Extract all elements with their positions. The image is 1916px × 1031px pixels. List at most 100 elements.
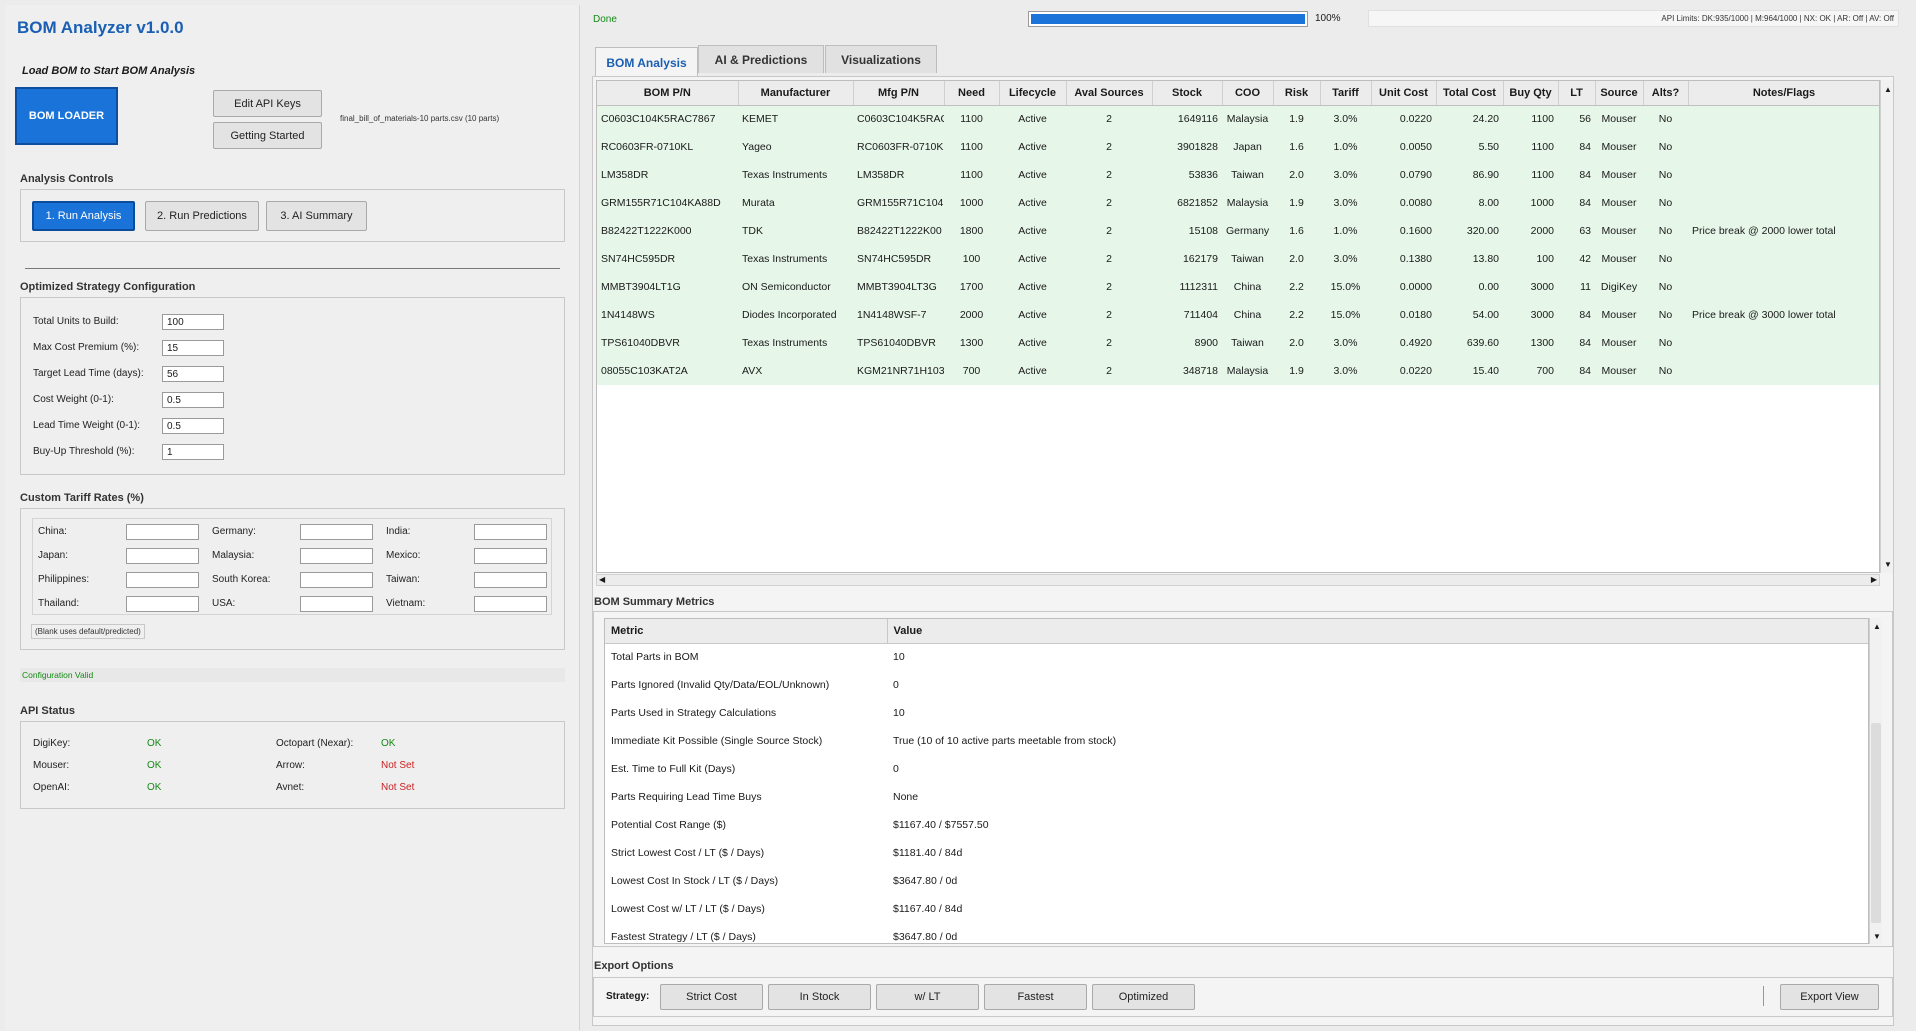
column-header[interactable]: Aval Sources: [1066, 81, 1153, 106]
table-row[interactable]: GRM155R71C104KA88D Murata GRM155R71C104K 10…: [597, 189, 1879, 217]
column-header[interactable]: Tariff: [1320, 81, 1372, 106]
config-input[interactable]: 0.5: [162, 418, 224, 434]
table-row[interactable]: MMBT3904LT1G ON Semiconductor MMBT3904LT3G…: [597, 273, 1879, 301]
table-row[interactable]: C0603C104K5RAC7867 KEMET C0603C104K5RAC 110…: [597, 105, 1879, 133]
column-header[interactable]: Notes/Flags: [1688, 81, 1879, 106]
summary-row[interactable]: Lowest Cost In Stock / LT ($ / Days) $364…: [605, 867, 1868, 895]
summary-row[interactable]: Est. Time to Full Kit (Days) 0: [605, 755, 1868, 783]
tariff-input[interactable]: [300, 572, 373, 588]
scroll-thumb[interactable]: [1871, 723, 1881, 923]
summary-metric: Immediate Kit Possible (Single Source St…: [611, 735, 823, 747]
table-row[interactable]: 08055C103KAT2A AVX KGM21NR71H103K 700 Active…: [597, 357, 1879, 385]
column-header[interactable]: Mfg P/N: [853, 81, 945, 106]
column-header[interactable]: Buy Qty: [1503, 81, 1559, 106]
bom-table-vscroll[interactable]: ▲ ▼: [1880, 80, 1893, 573]
table-cell: [1688, 189, 1879, 217]
column-header[interactable]: Risk: [1273, 81, 1321, 106]
summary-metric: Total Parts in BOM: [611, 651, 699, 664]
tariff-input[interactable]: [126, 572, 199, 588]
edit-api-keys-button[interactable]: Edit API Keys: [213, 90, 322, 117]
column-header[interactable]: COO: [1222, 81, 1274, 106]
table-row[interactable]: TPS61040DBVR Texas Instruments TPS61040DBV…: [597, 329, 1879, 357]
table-cell: GRM155R71C104K: [853, 189, 944, 217]
summary-vscroll[interactable]: ▲ ▼: [1869, 618, 1882, 944]
table-row[interactable]: 1N4148WS Diodes Incorporated 1N4148WSF-7 20…: [597, 301, 1879, 329]
tariff-input[interactable]: [300, 524, 373, 540]
bom-loader-button[interactable]: BOM LOADER: [15, 87, 118, 145]
column-header[interactable]: Stock: [1152, 81, 1223, 106]
run-analysis-button[interactable]: 1. Run Analysis: [32, 201, 135, 231]
summary-row[interactable]: Immediate Kit Possible (Single Source St…: [605, 727, 1868, 755]
summary-row[interactable]: Total Parts in BOM 10: [605, 643, 1868, 671]
tariff-input[interactable]: [126, 524, 199, 540]
table-cell: 2: [1066, 273, 1152, 301]
getting-started-button[interactable]: Getting Started: [213, 122, 322, 149]
export-view-button[interactable]: Export View: [1780, 984, 1879, 1010]
export-strategy-button[interactable]: w/ LT: [876, 984, 979, 1010]
table-cell: 3000: [1503, 273, 1558, 301]
table-cell: 1.0%: [1320, 217, 1371, 245]
column-header[interactable]: Alts?: [1643, 81, 1689, 106]
table-row[interactable]: B82422T1222K000 TDK B82422T1222K00 1800 Acti…: [597, 217, 1879, 245]
table-row[interactable]: LM358DR Texas Instruments LM358DR 1100 Activ…: [597, 161, 1879, 189]
scroll-down-icon[interactable]: ▼: [1884, 560, 1892, 569]
config-input[interactable]: 1: [162, 444, 224, 460]
tariff-label: India:: [386, 526, 411, 537]
config-input[interactable]: 15: [162, 340, 224, 356]
config-input[interactable]: 56: [162, 366, 224, 382]
summary-row[interactable]: Potential Cost Range ($) $1167.40 / $7557…: [605, 811, 1868, 839]
tab-bom-analysis[interactable]: BOM Analysis: [595, 47, 698, 77]
column-header[interactable]: Manufacturer: [738, 81, 854, 106]
summary-row[interactable]: Parts Ignored (Invalid Qty/Data/EOL/Unkn…: [605, 671, 1868, 699]
table-row[interactable]: RC0603FR-0710KL Yageo RC0603FR-0710K 1100 Ac…: [597, 133, 1879, 161]
tab-visualizations[interactable]: Visualizations: [825, 45, 937, 73]
config-input[interactable]: 0.5: [162, 392, 224, 408]
export-strategy-button[interactable]: In Stock: [768, 984, 871, 1010]
run-predictions-button[interactable]: 2. Run Predictions: [145, 201, 259, 231]
config-input[interactable]: 100: [162, 314, 224, 330]
tab-ai-predictions[interactable]: AI & Predictions: [698, 45, 824, 73]
tariff-input[interactable]: [300, 548, 373, 564]
table-cell: 2000: [944, 301, 999, 329]
table-cell: 42: [1558, 245, 1595, 273]
summary-row[interactable]: Parts Requiring Lead Time Buys None: [605, 783, 1868, 811]
column-header[interactable]: Need: [944, 81, 1000, 106]
export-strategy-button[interactable]: Strict Cost: [660, 984, 763, 1010]
scroll-left-icon[interactable]: ◀: [599, 575, 605, 584]
column-header[interactable]: BOM P/N: [597, 81, 739, 106]
api-status-value: Not Set: [381, 782, 415, 793]
ai-summary-button[interactable]: 3. AI Summary: [266, 201, 367, 231]
export-strategy-button[interactable]: Optimized: [1092, 984, 1195, 1010]
table-cell: 1100: [1503, 161, 1558, 189]
export-strategy-button[interactable]: Fastest: [984, 984, 1087, 1010]
column-header[interactable]: Source: [1595, 81, 1644, 106]
table-cell: No: [1643, 217, 1688, 245]
tariff-input[interactable]: [474, 572, 547, 588]
tariff-input[interactable]: [474, 548, 547, 564]
table-cell: 100: [944, 245, 999, 273]
tariff-input[interactable]: [474, 524, 547, 540]
table-cell: No: [1643, 189, 1688, 217]
column-header[interactable]: Total Cost: [1436, 81, 1504, 106]
summary-row[interactable]: Parts Used in Strategy Calculations 10: [605, 699, 1868, 727]
table-cell: 54.00: [1436, 301, 1503, 329]
tariff-input[interactable]: [126, 596, 199, 612]
table-row[interactable]: SN74HC595DR Texas Instruments SN74HC595DR 1…: [597, 245, 1879, 273]
bom-table-hscroll[interactable]: ◀ ▶: [596, 574, 1880, 586]
tariff-input[interactable]: [474, 596, 547, 612]
scroll-down-icon[interactable]: ▼: [1873, 932, 1881, 941]
table-cell: No: [1643, 161, 1688, 189]
scroll-up-icon[interactable]: ▲: [1884, 85, 1892, 94]
scroll-right-icon[interactable]: ▶: [1871, 575, 1877, 584]
column-header[interactable]: LT: [1558, 81, 1596, 106]
column-header[interactable]: Unit Cost: [1371, 81, 1437, 106]
scroll-up-icon[interactable]: ▲: [1873, 622, 1881, 631]
summary-row[interactable]: Strict Lowest Cost / LT ($ / Days) $1181.…: [605, 839, 1868, 867]
api-name: Arrow:: [276, 760, 305, 771]
summary-row[interactable]: Lowest Cost w/ LT / LT ($ / Days) $1167.4…: [605, 895, 1868, 923]
tariff-input[interactable]: [300, 596, 373, 612]
table-cell: AVX: [738, 357, 853, 385]
summary-row[interactable]: Fastest Strategy / LT ($ / Days) $3647.80…: [605, 923, 1868, 943]
column-header[interactable]: Lifecycle: [999, 81, 1067, 106]
tariff-input[interactable]: [126, 548, 199, 564]
